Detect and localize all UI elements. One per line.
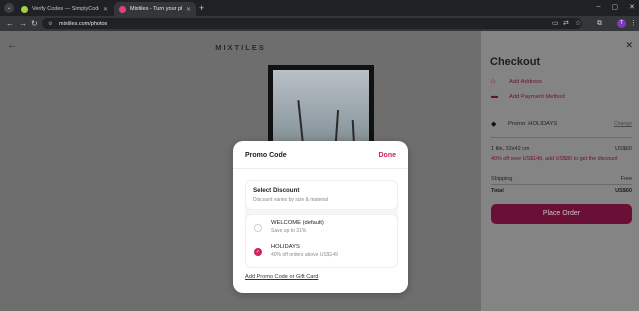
tab-search-icon[interactable]: ⌄ <box>4 3 14 13</box>
option-name: WELCOME (default) <box>271 220 324 226</box>
address-bar[interactable]: ⚙ mixtiles.com/photos <box>42 18 582 29</box>
option-desc: 40% off orders above US$149 <box>271 252 338 258</box>
tile-line: 1 tile, 32x42 cm US$60 <box>491 146 632 152</box>
add-promo-code-link[interactable]: Add Promo Code or Gift Card <box>245 274 318 280</box>
checkout-panel: ✕ Checkout ⌂ Add Address ▬ Add Payment M… <box>481 31 639 311</box>
browser-toolbar: ← → ↻ ⚙ mixtiles.com/photos ▭ ⇄ ☆ ⧉ T ⋮ <box>0 16 639 31</box>
total-line: Total US$60 <box>491 188 632 194</box>
minimize-icon[interactable]: – <box>597 3 601 11</box>
credit-card-icon: ▬ <box>491 93 498 100</box>
reload-icon[interactable]: ↻ <box>31 18 38 29</box>
promo-row: ◆ Promo: HOLIDAYS Change <box>491 120 632 128</box>
total-label: Total <box>491 188 504 194</box>
close-tab-icon[interactable]: ✕ <box>103 6 108 13</box>
brand-logo: MIXTILES <box>215 43 266 52</box>
translate-icon[interactable]: ⇄ <box>563 19 569 28</box>
tab-title: Verify Codes — SimplyCodes <box>32 6 99 12</box>
close-window-icon[interactable]: ✕ <box>629 3 635 11</box>
total-value: US$60 <box>615 188 632 194</box>
add-payment-button[interactable]: ▬ Add Payment Method <box>491 93 565 100</box>
add-address-button[interactable]: ⌂ Add Address <box>491 78 542 85</box>
divider <box>233 168 408 169</box>
close-tab-icon[interactable]: ✕ <box>186 6 191 13</box>
shipping-value: Free <box>620 176 632 182</box>
discount-options: WELCOME (default) Save up to 31% ✓ HOLID… <box>245 214 398 268</box>
back-icon[interactable]: ← <box>6 18 14 29</box>
close-icon[interactable]: ✕ <box>625 40 633 51</box>
done-button[interactable]: Done <box>379 152 397 159</box>
bookmark-star-icon[interactable]: ☆ <box>575 19 581 28</box>
change-promo-link[interactable]: Change <box>614 121 632 127</box>
mixtiles-icon <box>119 5 126 13</box>
option-desc: Save up to 31% <box>271 228 307 234</box>
discount-option-holidays[interactable]: ✓ HOLIDAYS 40% off orders above US$149 <box>254 244 394 258</box>
add-address-label: Add Address <box>509 78 542 85</box>
url-text: mixtiles.com/photos <box>59 20 108 27</box>
menu-icon[interactable]: ⋮ <box>630 19 637 28</box>
tab-mixtiles[interactable]: Mixtiles - Turn your photos into... ✕ <box>114 2 196 16</box>
tile-desc: 1 tile, 32x42 cm <box>491 146 530 152</box>
radio-button[interactable] <box>254 224 262 232</box>
check-badge-icon <box>21 5 28 13</box>
select-discount-title: Select Discount <box>253 187 300 194</box>
maximize-icon[interactable]: ▢ <box>612 3 619 11</box>
tab-title: Mixtiles - Turn your photos into... <box>130 6 182 12</box>
option-name: HOLIDAYS <box>271 244 300 250</box>
offer-text: 40% off over US$149, add US$80 to get th… <box>491 156 618 162</box>
discount-selector: Select Discount Discount varies by size … <box>245 180 398 268</box>
avatar[interactable]: T <box>617 19 626 28</box>
place-order-button[interactable]: Place Order <box>491 204 632 224</box>
extensions-icon[interactable]: ⧉ <box>597 19 602 28</box>
divider <box>491 184 632 185</box>
tab-simplycodes[interactable]: Verify Codes — SimplyCodes ✕ <box>16 2 113 16</box>
cast-icon[interactable]: ▭ <box>552 19 559 28</box>
select-discount-subtitle: Discount varies by size & material <box>253 197 329 203</box>
divider <box>491 137 632 138</box>
tile-price: US$60 <box>615 146 632 152</box>
modal-title: Promo Code <box>245 152 287 159</box>
add-payment-label: Add Payment Method <box>509 93 565 100</box>
window-controls: – ▢ ✕ <box>597 3 635 11</box>
site-info-icon[interactable]: ⚙ <box>48 21 54 27</box>
browser-tab-bar: ⌄ Verify Codes — SimplyCodes ✕ Mixtiles … <box>0 0 639 16</box>
checkout-title: Checkout <box>490 56 541 68</box>
new-tab-icon[interactable]: + <box>199 2 204 14</box>
checked-radio-icon[interactable]: ✓ <box>254 248 262 256</box>
discount-offer: 40% off over US$149, add US$80 to get th… <box>491 155 632 163</box>
shipping-line: Shipping Free <box>491 176 632 182</box>
forward-icon[interactable]: → <box>19 18 27 29</box>
select-discount-header: Select Discount Discount varies by size … <box>245 180 398 210</box>
discount-option-welcome[interactable]: WELCOME (default) Save up to 31% <box>254 220 394 234</box>
home-icon: ⌂ <box>491 78 496 85</box>
tag-icon: ◆ <box>491 121 497 128</box>
promo-label: Promo: HOLIDAYS <box>508 121 558 127</box>
promo-code-modal: Promo Code Done Select Discount Discount… <box>233 141 408 293</box>
shipping-label: Shipping <box>491 176 513 182</box>
